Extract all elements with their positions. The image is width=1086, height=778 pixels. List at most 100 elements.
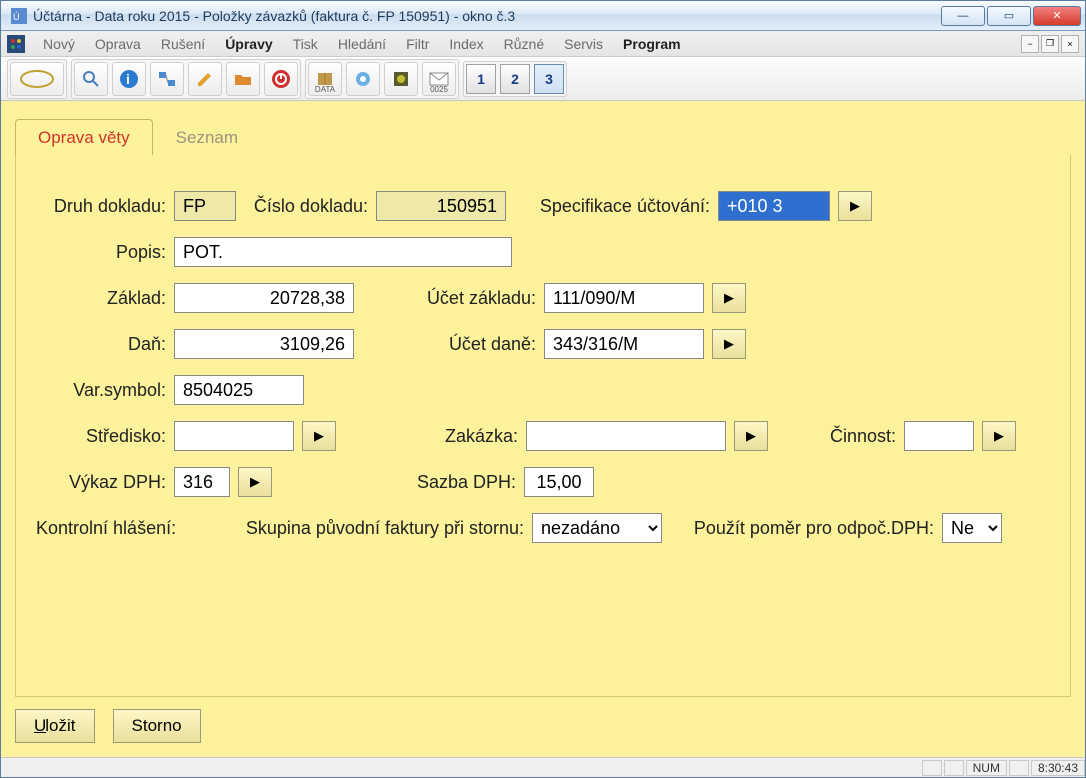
network-button[interactable]: [150, 62, 184, 96]
label-pouzit-pomer: Použít poměr pro odpoč.DPH:: [674, 518, 934, 539]
menu-servis[interactable]: Servis: [556, 34, 611, 54]
window-title: Účtárna - Data roku 2015 - Položky závaz…: [33, 8, 941, 24]
app-icon: Ú: [11, 8, 27, 24]
titlebar: Ú Účtárna - Data roku 2015 - Položky záv…: [1, 1, 1085, 31]
field-var-symbol[interactable]: [174, 375, 304, 405]
save-button[interactable]: Uložit: [15, 709, 95, 743]
lookup-ucet-dane[interactable]: ▶: [712, 329, 746, 359]
cancel-button[interactable]: Storno: [113, 709, 201, 743]
mdi-restore-button[interactable]: ❐: [1041, 35, 1059, 53]
status-cell-empty3: [1009, 760, 1029, 776]
field-ucet-zakladu[interactable]: [544, 283, 704, 313]
field-cislo-dokladu: [376, 191, 506, 221]
lookup-vykaz-dph[interactable]: ▶: [238, 467, 272, 497]
lookup-cinnost[interactable]: ▶: [982, 421, 1016, 451]
mdi-minimize-button[interactable]: −: [1021, 35, 1039, 53]
play-icon: ▶: [746, 428, 756, 444]
select-pouzit-pomer[interactable]: Ne: [942, 513, 1002, 543]
field-sazba-dph[interactable]: [524, 467, 594, 497]
play-icon: ▶: [850, 198, 860, 214]
field-zakazka[interactable]: [526, 421, 726, 451]
envelope-icon: [429, 72, 449, 86]
label-vykaz-dph: Výkaz DPH:: [36, 472, 166, 493]
menu-ruseni[interactable]: Rušení: [153, 34, 213, 54]
mail-button[interactable]: 0025: [422, 62, 456, 96]
menu-upravy[interactable]: Úpravy: [217, 34, 280, 54]
play-icon: ▶: [314, 428, 324, 444]
statusbar: NUM 8:30:43: [1, 757, 1085, 777]
play-icon: ▶: [724, 290, 734, 306]
label-popis: Popis:: [36, 242, 166, 263]
field-vykaz-dph[interactable]: [174, 467, 230, 497]
label-sazba-dph: Sazba DPH:: [296, 472, 516, 493]
select-skupina-storno[interactable]: nezadáno: [532, 513, 662, 543]
play-icon: ▶: [994, 428, 1004, 444]
field-ucet-dane[interactable]: [544, 329, 704, 359]
menu-novy[interactable]: Nový: [35, 34, 83, 54]
status-time: 8:30:43: [1031, 760, 1085, 776]
label-ucet-dane: Účet daně:: [378, 334, 536, 355]
field-zaklad[interactable]: [174, 283, 354, 313]
toolbar: i DATA 0025 1 2 3: [1, 57, 1085, 101]
menu-hledani[interactable]: Hledání: [330, 34, 394, 54]
data-button[interactable]: DATA: [308, 62, 342, 96]
label-dan: Daň:: [36, 334, 166, 355]
label-zakazka: Zakázka:: [360, 426, 518, 447]
lookup-ucet-zakladu[interactable]: ▶: [712, 283, 746, 313]
close-button[interactable]: ✕: [1033, 6, 1081, 26]
search-button[interactable]: [74, 62, 108, 96]
label-cinnost: Činnost:: [806, 426, 896, 447]
label-skupina-storno: Skupina původní faktury při stornu:: [214, 518, 524, 539]
lookup-zakazka[interactable]: ▶: [734, 421, 768, 451]
label-cislo-dokladu: Číslo dokladu:: [248, 196, 368, 217]
svg-text:i: i: [126, 71, 130, 87]
label-ucet-zakladu: Účet základu:: [378, 288, 536, 309]
edit-button[interactable]: [188, 62, 222, 96]
window-1-button[interactable]: 1: [466, 64, 496, 94]
folder-button[interactable]: [226, 62, 260, 96]
menubar-app-icon: [7, 35, 25, 53]
status-num: NUM: [966, 760, 1007, 776]
menubar: Nový Oprava Rušení Úpravy Tisk Hledání F…: [1, 31, 1085, 57]
maximize-button[interactable]: ▭: [987, 6, 1031, 26]
status-cell-empty2: [944, 760, 964, 776]
app-window: Ú Účtárna - Data roku 2015 - Položky záv…: [0, 0, 1086, 778]
power-icon: [271, 69, 291, 89]
monitor-icon: [391, 69, 411, 89]
network-icon: [157, 69, 177, 89]
field-dan[interactable]: [174, 329, 354, 359]
menu-oprava[interactable]: Oprava: [87, 34, 149, 54]
tab-seznam[interactable]: Seznam: [153, 119, 261, 155]
label-specifikace: Specifikace účtování:: [522, 196, 710, 217]
menu-tisk[interactable]: Tisk: [285, 34, 326, 54]
label-druh-dokladu: Druh dokladu:: [36, 196, 166, 217]
label-kontrolni-hlaseni: Kontrolní hlášení:: [36, 518, 186, 539]
play-icon: ▶: [250, 474, 260, 490]
lookup-specifikace[interactable]: ▶: [838, 191, 872, 221]
menu-ruzne[interactable]: Různé: [496, 34, 552, 54]
window-2-button[interactable]: 2: [500, 64, 530, 94]
pencil-icon: [195, 69, 215, 89]
info-button[interactable]: i: [112, 62, 146, 96]
status-cell-empty1: [922, 760, 942, 776]
power-button[interactable]: [264, 62, 298, 96]
settings-button[interactable]: [346, 62, 380, 96]
window-3-button[interactable]: 3: [534, 64, 564, 94]
menu-index[interactable]: Index: [441, 34, 491, 54]
minimize-button[interactable]: —: [941, 6, 985, 26]
content-area: Oprava věty Seznam Druh dokladu: Číslo d…: [1, 101, 1085, 757]
field-stredisko[interactable]: [174, 421, 294, 451]
menu-filtr[interactable]: Filtr: [398, 34, 437, 54]
field-cinnost[interactable]: [904, 421, 974, 451]
form-area: Druh dokladu: Číslo dokladu: Specifikace…: [15, 155, 1071, 697]
lookup-stredisko[interactable]: ▶: [302, 421, 336, 451]
logo-button[interactable]: [10, 62, 64, 96]
mdi-close-button[interactable]: ×: [1061, 35, 1079, 53]
tab-oprava-vety[interactable]: Oprava věty: [15, 119, 153, 155]
folder-icon: [233, 69, 253, 89]
menu-program[interactable]: Program: [615, 34, 689, 54]
field-specifikace[interactable]: +010 3: [718, 191, 830, 221]
monitor-button[interactable]: [384, 62, 418, 96]
field-popis[interactable]: [174, 237, 512, 267]
label-var-symbol: Var.symbol:: [36, 380, 166, 401]
